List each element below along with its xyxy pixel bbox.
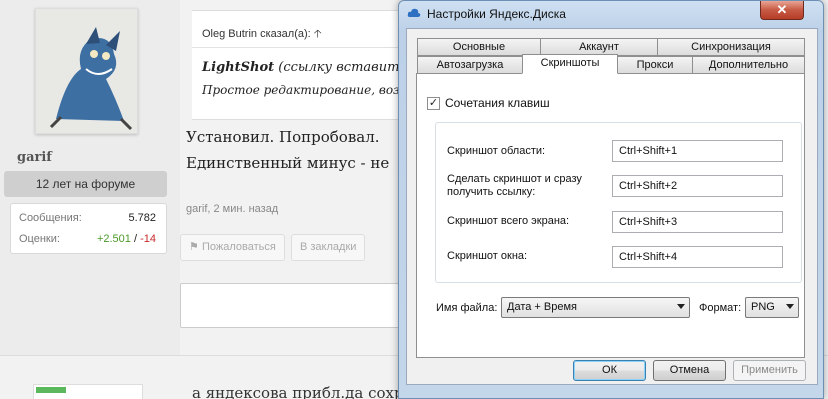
ratings-negative: -14 bbox=[140, 233, 156, 245]
reply-box[interactable] bbox=[180, 283, 402, 328]
ratings-sep: / bbox=[133, 233, 138, 245]
filename-select[interactable]: Дата + Время bbox=[501, 297, 690, 318]
messages-count: 5.782 bbox=[128, 212, 156, 224]
ok-button[interactable]: ОК bbox=[573, 360, 646, 381]
dialog-body: Основные Аккаунт Синхронизация Автозагру… bbox=[406, 28, 818, 385]
user-stats: Сообщения: 5.782 Оценки: +2.501 / -14 bbox=[10, 203, 167, 254]
avatar-image bbox=[36, 9, 137, 133]
screenshots-panel: ✓ Сочетания клавиш Скриншот области: Ctr… bbox=[416, 73, 805, 358]
hotkey-label: Скриншот области: bbox=[447, 145, 546, 157]
cancel-button[interactable]: Отмена bbox=[653, 360, 726, 381]
post-line: Единственный минус - не bbox=[186, 154, 390, 172]
format-value: PNG bbox=[751, 301, 775, 313]
quote-divider bbox=[192, 47, 402, 48]
hotkey-label: Скриншот всего экрана: bbox=[447, 215, 570, 227]
close-button[interactable]: ✕ bbox=[760, 1, 804, 20]
post-line: Установил. Попробовал. bbox=[186, 128, 380, 146]
hotkeys-group: Скриншот области: Ctrl+Shift+1 Сделать с… bbox=[435, 122, 802, 283]
chevron-down-icon bbox=[677, 304, 685, 309]
cloud-icon bbox=[407, 8, 421, 17]
settings-dialog: Настройки Яндекс.Диска ✕ Основные Аккаун… bbox=[398, 0, 824, 399]
hotkey-area-input[interactable]: Ctrl+Shift+1 bbox=[612, 140, 783, 162]
tab-advanced[interactable]: Дополнительно bbox=[692, 56, 805, 74]
filename-value: Дата + Время bbox=[507, 301, 577, 313]
hotkey-fullscreen-input[interactable]: Ctrl+Shift+3 bbox=[612, 211, 783, 233]
tab-autoupload[interactable]: Автозагрузка bbox=[417, 56, 523, 74]
hotkey-label: Скриншот окна: bbox=[447, 250, 528, 262]
hotkey-link-input[interactable]: Ctrl+Shift+2 bbox=[612, 175, 783, 197]
flag-icon: ⚑ bbox=[189, 241, 199, 253]
ratings-label: Оценки: bbox=[19, 233, 60, 245]
post-meta: garif, 2 мин. назад bbox=[186, 203, 279, 215]
bookmark-button[interactable]: В закладки bbox=[291, 234, 366, 261]
arrow-up-icon[interactable]: 🡡 bbox=[314, 28, 322, 40]
quote-block: Oleg Butrin сказал(а): 🡡 LightShot (ссыл… bbox=[192, 10, 419, 120]
report-label: Пожаловаться bbox=[201, 241, 276, 253]
next-post-avatar bbox=[33, 384, 143, 399]
report-button[interactable]: ⚑ Пожаловаться bbox=[180, 234, 285, 261]
shortcuts-label[interactable]: Сочетания клавиш bbox=[445, 96, 550, 110]
quote-title-bold: LightShot bbox=[202, 60, 275, 75]
ratings-positive: +2.501 bbox=[96, 233, 131, 245]
chevron-down-icon bbox=[786, 304, 794, 309]
dialog-title: Настройки Яндекс.Диска bbox=[427, 7, 566, 21]
quote-author-text: Oleg Butrin сказал(а): bbox=[202, 28, 311, 40]
apply-button[interactable]: Применить bbox=[733, 360, 806, 381]
shortcuts-checkbox[interactable]: ✓ bbox=[427, 97, 440, 110]
post-body: Установил. Попробовал. Единственный мину… bbox=[186, 124, 400, 176]
filename-label: Имя файла: bbox=[436, 302, 498, 314]
membership-badge: 12 лет на форуме bbox=[4, 171, 167, 197]
quote-author[interactable]: Oleg Butrin сказал(а): 🡡 bbox=[202, 25, 322, 44]
tab-proxy[interactable]: Прокси bbox=[617, 56, 693, 74]
quote-line: Простое редактирование, возм bbox=[202, 83, 410, 97]
format-label: Формат: bbox=[699, 302, 742, 314]
username[interactable]: garif bbox=[17, 150, 52, 165]
ratings-value: +2.501 / -14 bbox=[97, 233, 156, 245]
hotkey-label: Сделать скриншот и сразу получить ссылку… bbox=[447, 173, 582, 198]
tab-sync[interactable]: Синхронизация bbox=[657, 38, 805, 56]
tab-screenshots[interactable]: Скриншоты bbox=[522, 54, 618, 74]
avatar[interactable] bbox=[35, 8, 138, 134]
quote-title: LightShot (ссылку вставить н bbox=[202, 60, 419, 75]
format-select[interactable]: PNG bbox=[745, 297, 799, 318]
messages-label: Сообщения: bbox=[19, 212, 82, 224]
hotkey-window-input[interactable]: Ctrl+Shift+4 bbox=[612, 246, 783, 268]
